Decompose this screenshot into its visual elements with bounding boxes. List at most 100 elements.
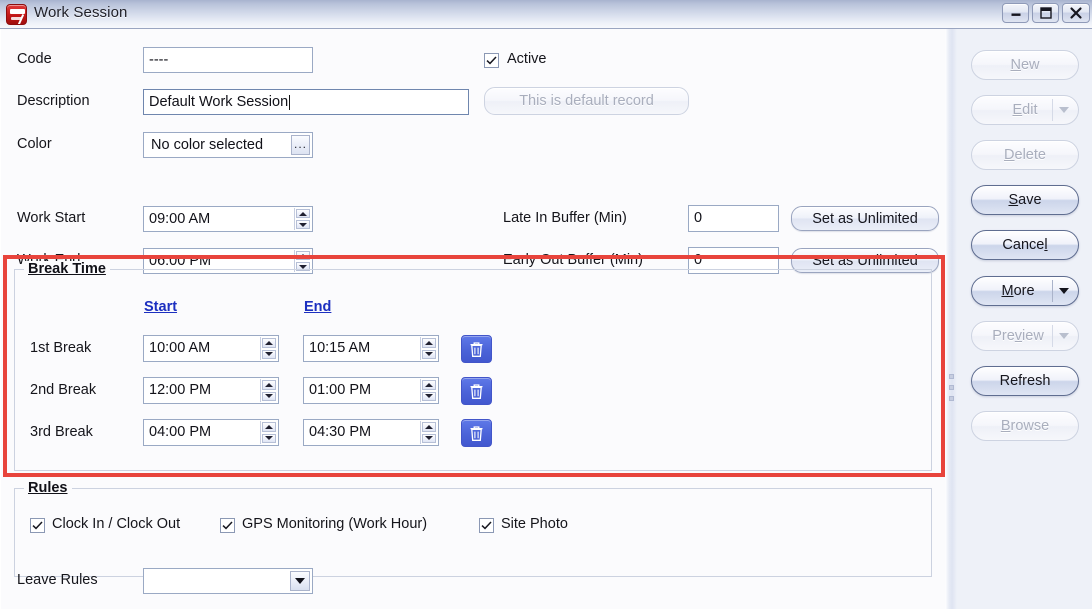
late-in-buffer-value: 0 [694,210,703,227]
break-1-end-stepper[interactable] [420,337,437,360]
stepper-up-icon[interactable] [296,209,310,218]
delete-icon[interactable] [461,419,492,447]
leave-rules-label: Leave Rules [17,572,98,588]
stepper-down-icon[interactable] [262,349,276,359]
break-1-end-value: 10:15 AM [309,340,371,357]
leave-rules-select[interactable] [143,568,313,594]
break-3-start-input[interactable]: 04:00 PM [143,419,279,446]
break-2-start-value: 12:00 PM [149,382,212,399]
minimize-icon[interactable] [1002,3,1029,23]
break-2-start-input[interactable]: 12:00 PM [143,377,279,404]
delete-button[interactable]: Delete [971,140,1079,170]
splitter-grip-dot [949,385,954,390]
new-button[interactable]: New [971,50,1079,80]
edit-button[interactable]: Edit [971,95,1079,125]
stepper-up-icon[interactable] [422,422,436,432]
more-button-label: More [1001,283,1035,299]
edit-button-separator [1052,99,1053,121]
stepper-up-icon[interactable] [262,338,276,348]
browse-button-label: Browse [1000,418,1050,434]
rule-gps-monitoring-label: GPS Monitoring (Work Hour) [242,516,428,532]
rule-gps-monitoring-checkbox[interactable] [220,518,235,533]
app-logo-icon [6,4,27,25]
work-start-value: 09:00 AM [149,210,211,227]
stepper-down-icon[interactable] [262,391,276,401]
work-start-stepper[interactable] [294,208,311,230]
break-1-end-input[interactable]: 10:15 AM [303,335,439,362]
break-1-start-input[interactable]: 10:00 AM [143,335,279,362]
break-end-column-header: End [304,299,332,315]
stepper-up-icon[interactable] [422,380,436,390]
break-3-start-stepper[interactable] [260,421,277,444]
stepper-up-icon[interactable] [262,422,276,432]
stepper-up-icon[interactable] [296,251,310,260]
stepper-up-icon[interactable] [422,338,436,348]
rule-site-photo-label: Site Photo [501,516,568,532]
break-2-end-stepper[interactable] [420,379,437,402]
work-session-window: Work Session Code ---- Description Defau… [0,0,1092,609]
active-label: Active [507,51,547,67]
active-checkbox[interactable] [484,53,499,68]
preview-button-label: Preview [992,328,1044,344]
default-record-button-label: This is default record [519,93,654,109]
chevron-down-icon[interactable] [1059,107,1069,113]
rules-title: Rules [24,480,72,496]
browse-button[interactable]: Browse [971,411,1079,441]
break-2-start-stepper[interactable] [260,379,277,402]
description-input-value: Default Work Session [149,93,289,110]
preview-button[interactable]: Preview [971,321,1079,351]
late-in-set-unlimited-label: Set as Unlimited [812,210,918,227]
break-row-label: 2nd Break [30,382,97,398]
break-3-start-value: 04:00 PM [149,424,212,441]
new-button-label: New [1010,57,1040,73]
chevron-down-icon[interactable] [1059,333,1069,339]
code-input[interactable]: ---- [143,47,313,73]
break-2-end-input[interactable]: 01:00 PM [303,377,439,404]
early-out-buffer-value: 0 [694,252,703,269]
work-start-input[interactable]: 09:00 AM [143,206,313,232]
break-2-end-value: 01:00 PM [309,382,372,399]
break-1-start-stepper[interactable] [260,337,277,360]
color-input-value: No color selected [151,136,264,153]
save-button-label: Save [1008,192,1042,208]
cancel-button[interactable]: Cancel [971,230,1079,260]
break-3-end-input[interactable]: 04:30 PM [303,419,439,446]
stepper-down-icon[interactable] [422,391,436,401]
panel-splitter[interactable] [945,29,957,609]
delete-button-label: Delete [1004,147,1046,163]
break-row-label: 1st Break [30,340,92,356]
stepper-down-icon[interactable] [262,433,276,443]
break-row-label: 3rd Break [30,424,93,440]
stepper-up-icon[interactable] [262,380,276,390]
chevron-down-icon[interactable] [1059,288,1069,294]
work-start-label: Work Start [17,210,86,226]
color-input[interactable]: No color selected ... [143,132,313,158]
stepper-down-icon[interactable] [422,433,436,443]
late-in-buffer-input[interactable]: 0 [688,205,779,232]
more-button[interactable]: More [971,276,1079,306]
refresh-button[interactable]: Refresh [971,366,1079,396]
chevron-down-icon[interactable] [290,571,310,591]
splitter-grip-dot [949,374,954,379]
code-label: Code [17,51,52,67]
color-browse-button[interactable]: ... [291,135,310,155]
save-button[interactable]: Save [971,185,1079,215]
break-3-end-stepper[interactable] [420,421,437,444]
rule-site-photo-checkbox[interactable] [479,518,494,533]
early-out-buffer-label: Early Out Buffer (Min) [503,252,643,268]
stepper-down-icon[interactable] [422,349,436,359]
close-icon[interactable] [1062,3,1090,23]
maximize-icon[interactable] [1032,3,1059,23]
late-in-set-unlimited-button[interactable]: Set as Unlimited [791,206,939,231]
stepper-down-icon[interactable] [296,220,310,229]
code-input-value: ---- [149,51,169,68]
delete-icon[interactable] [461,377,492,405]
rule-clock-in-out-checkbox[interactable] [30,518,45,533]
delete-icon[interactable] [461,335,492,363]
description-input[interactable]: Default Work Session [143,89,469,115]
early-out-set-unlimited-label: Set as Unlimited [812,252,918,269]
work-end-value: 06:00 PM [149,252,212,269]
default-record-button[interactable]: This is default record [484,87,689,115]
preview-button-separator [1052,325,1053,347]
window-title: Work Session [34,4,128,21]
